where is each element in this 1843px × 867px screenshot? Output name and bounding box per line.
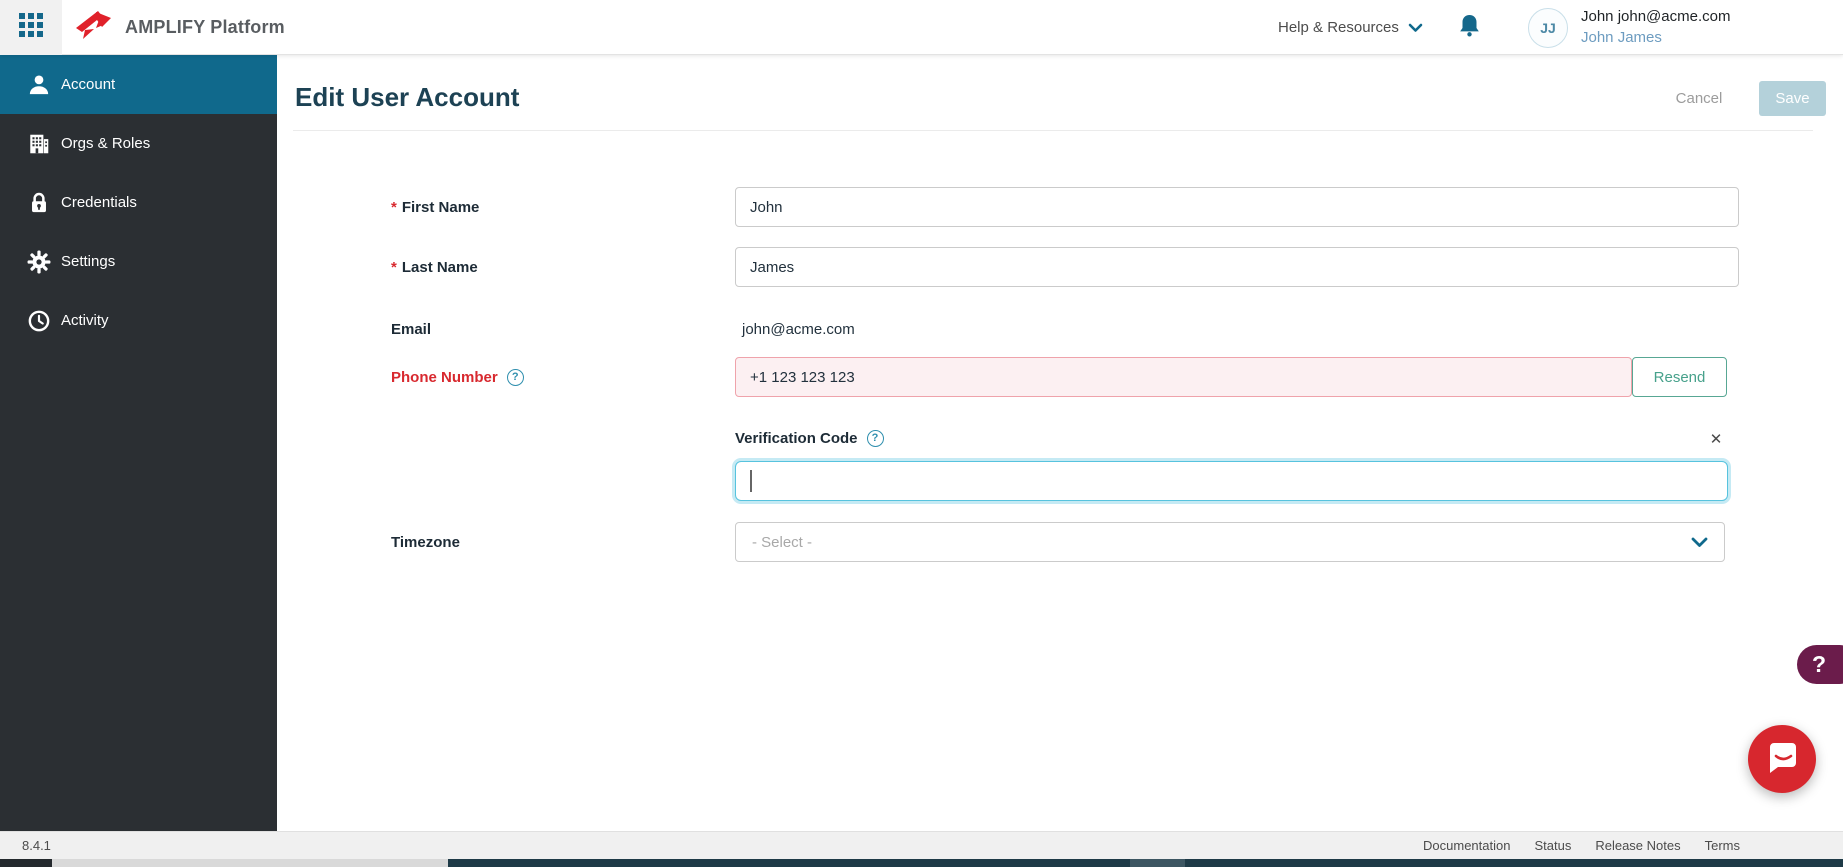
footer-link-status[interactable]: Status bbox=[1534, 838, 1571, 853]
brand: AMPLIFY Platform bbox=[72, 0, 285, 55]
amplify-logo-icon bbox=[72, 6, 112, 49]
required-marker: * bbox=[391, 258, 397, 276]
scrollbar-thumb[interactable] bbox=[52, 859, 448, 867]
bell-icon bbox=[1458, 13, 1481, 43]
user-profile-link[interactable]: John James bbox=[1581, 27, 1730, 48]
lock-icon bbox=[27, 191, 51, 215]
chat-bubble-icon bbox=[1764, 739, 1800, 780]
scrollbar-mark bbox=[1130, 859, 1185, 867]
last-name-input[interactable] bbox=[735, 247, 1739, 287]
footer-link-release-notes[interactable]: Release Notes bbox=[1595, 838, 1680, 853]
footer-links: Documentation Status Release Notes Terms bbox=[1423, 838, 1740, 853]
topbar: AMPLIFY Platform Help & Resources JJ Joh… bbox=[0, 0, 1843, 55]
verification-code-input[interactable] bbox=[735, 461, 1728, 501]
footer-link-terms[interactable]: Terms bbox=[1705, 838, 1740, 853]
sidebar: Account Orgs & Roles Credentials Setting… bbox=[0, 55, 277, 867]
chevron-down-icon bbox=[1691, 537, 1708, 548]
sidebar-item-settings[interactable]: Settings bbox=[0, 232, 277, 291]
sidebar-item-activity[interactable]: Activity bbox=[0, 291, 277, 350]
phone-input[interactable] bbox=[735, 357, 1632, 397]
verification-code-label: Verification Code ? bbox=[735, 426, 884, 450]
question-mark-icon: ? bbox=[1812, 651, 1827, 677]
save-button[interactable]: Save bbox=[1759, 81, 1826, 116]
sidebar-item-label: Account bbox=[61, 76, 116, 93]
app-grid-button[interactable] bbox=[0, 0, 62, 55]
email-label: Email bbox=[391, 320, 432, 338]
text-caret bbox=[750, 470, 752, 492]
help-fab[interactable]: ? bbox=[1797, 645, 1843, 684]
resend-button[interactable]: Resend bbox=[1632, 357, 1727, 397]
sidebar-item-label: Settings bbox=[61, 253, 116, 270]
brand-title: AMPLIFY Platform bbox=[125, 17, 285, 37]
first-name-input[interactable] bbox=[735, 187, 1739, 227]
page-title: Edit User Account bbox=[295, 82, 520, 112]
header-divider bbox=[293, 130, 1813, 131]
sidebar-item-label: Activity bbox=[61, 312, 109, 329]
close-icon[interactable]: ✕ bbox=[1703, 428, 1729, 450]
chat-messenger-button[interactable] bbox=[1748, 725, 1816, 793]
email-value: john@acme.com bbox=[742, 320, 855, 338]
building-icon bbox=[27, 132, 51, 156]
user-icon bbox=[27, 73, 51, 97]
verification-help-icon[interactable]: ? bbox=[866, 429, 884, 447]
app-screen: AMPLIFY Platform Help & Resources JJ Joh… bbox=[0, 0, 1843, 867]
sidebar-item-credentials[interactable]: Credentials bbox=[0, 173, 277, 232]
help-resources-label: Help & Resources bbox=[1278, 19, 1399, 36]
app-version: 8.4.1 bbox=[22, 838, 51, 853]
phone-help-icon[interactable]: ? bbox=[506, 368, 524, 386]
sidebar-item-orgs-roles[interactable]: Orgs & Roles bbox=[0, 114, 277, 173]
chevron-down-icon bbox=[1408, 23, 1423, 33]
timezone-placeholder: - Select - bbox=[752, 533, 813, 551]
timezone-label: Timezone bbox=[391, 533, 460, 551]
help-resources-menu[interactable]: Help & Resources bbox=[1278, 0, 1423, 55]
first-name-label: * First Name bbox=[391, 198, 480, 216]
horizontal-scrollbar[interactable] bbox=[0, 859, 1843, 867]
footer-link-documentation[interactable]: Documentation bbox=[1423, 838, 1510, 853]
user-meta: John john@acme.com John James bbox=[1581, 6, 1730, 48]
waffle-icon bbox=[18, 12, 44, 43]
phone-label: Phone Number ? bbox=[391, 357, 524, 397]
sidebar-item-label: Orgs & Roles bbox=[61, 135, 151, 152]
cancel-button[interactable]: Cancel bbox=[1668, 81, 1730, 116]
clock-icon bbox=[27, 309, 51, 333]
notifications-button[interactable] bbox=[1458, 0, 1481, 55]
avatar-initials: JJ bbox=[1540, 20, 1556, 36]
required-marker: * bbox=[391, 198, 397, 216]
sidebar-item-label: Credentials bbox=[61, 194, 137, 211]
avatar[interactable]: JJ bbox=[1528, 8, 1568, 48]
user-name-email: John john@acme.com bbox=[1581, 8, 1731, 25]
timezone-select[interactable]: - Select - bbox=[735, 522, 1725, 562]
last-name-label: * Last Name bbox=[391, 258, 478, 276]
sidebar-item-account[interactable]: Account bbox=[0, 55, 277, 114]
gear-icon bbox=[27, 250, 51, 274]
scrollbar-corner bbox=[0, 859, 52, 867]
footer: 8.4.1 Documentation Status Release Notes… bbox=[0, 831, 1843, 859]
